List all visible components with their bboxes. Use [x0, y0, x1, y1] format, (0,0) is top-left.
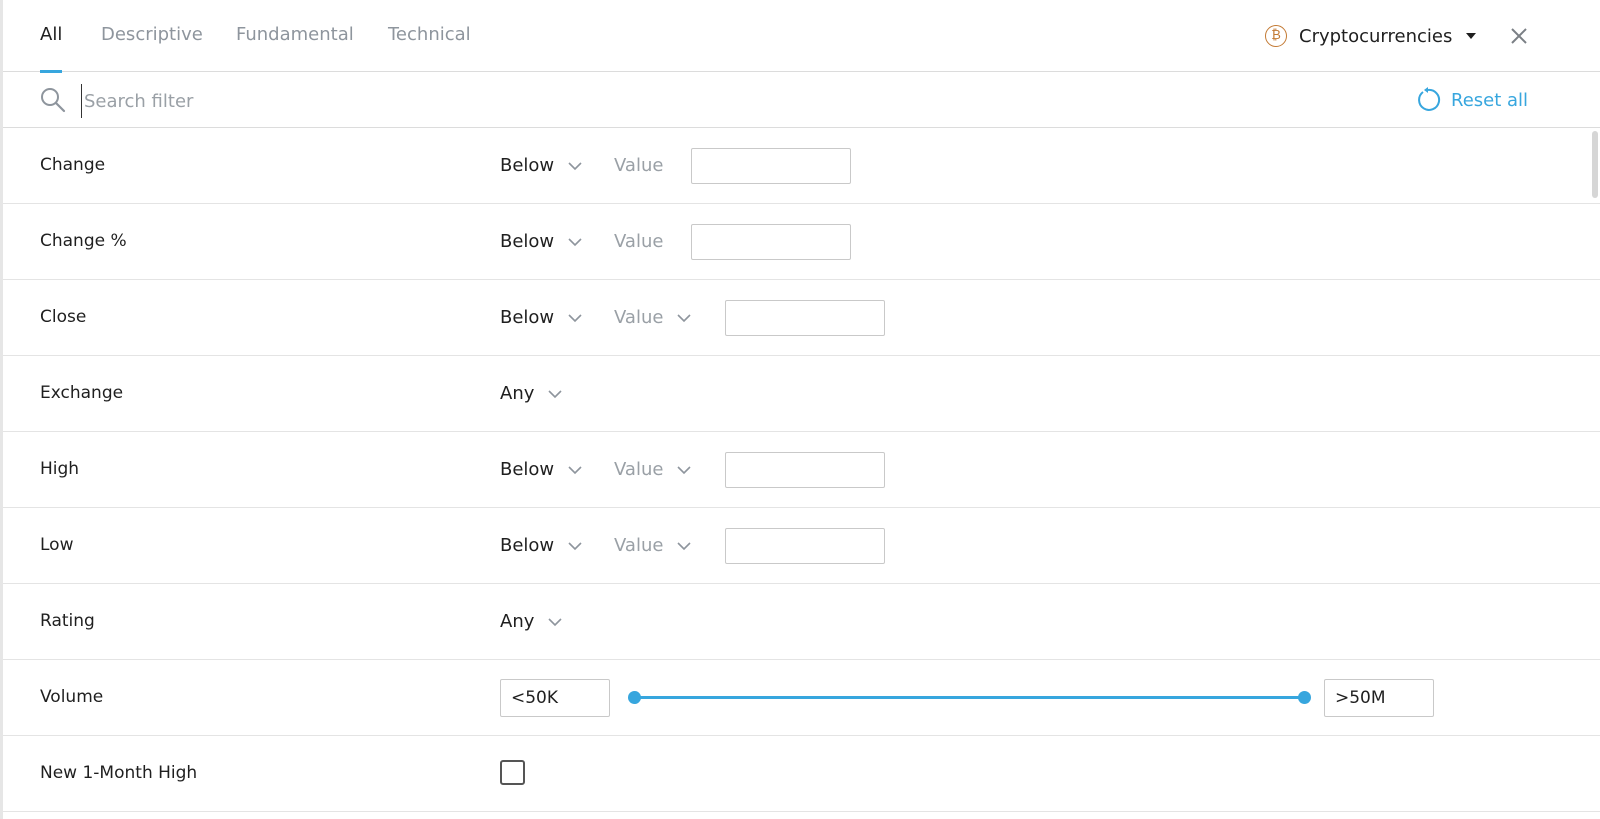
condition-dropdown[interactable]: Below [500, 535, 582, 556]
filter-label: Close [40, 307, 87, 327]
condition-dropdown[interactable]: Below [500, 231, 582, 252]
chevron-down-icon [677, 541, 692, 550]
reset-all-label: Reset all [1451, 89, 1529, 111]
value-input[interactable] [725, 451, 885, 488]
filter-label: High [40, 459, 80, 479]
filter-label: Volume [40, 687, 104, 707]
range-max-input[interactable]: >50M [1324, 678, 1434, 717]
tab-bar: All Descriptive Fundamental Technical ₿ … [3, 0, 1600, 73]
value-input[interactable] [691, 147, 851, 184]
tab-descriptive[interactable]: Descriptive [101, 0, 203, 72]
chevron-down-icon [548, 389, 562, 398]
filter-label: Change % [40, 231, 127, 251]
value-input[interactable] [725, 299, 885, 336]
close-icon[interactable] [1505, 22, 1533, 50]
filter-row-change-percent: Change % Below Value [3, 204, 1600, 280]
filter-row-close: Close Below Value [3, 280, 1600, 356]
market-label: Cryptocurrencies [1299, 25, 1453, 47]
filter-row-low: Low Below Value [3, 508, 1600, 584]
chevron-down-icon [568, 161, 582, 170]
slider-handle-max[interactable] [1298, 691, 1311, 704]
condition-dropdown[interactable]: Any [500, 611, 562, 632]
chevron-down-icon [568, 465, 582, 474]
condition-dropdown[interactable]: Below [500, 155, 582, 176]
chevron-down-icon [568, 237, 582, 246]
tab-all[interactable]: All [40, 0, 63, 73]
bitcoin-icon: ₿ [1265, 25, 1287, 47]
search-input[interactable] [81, 84, 786, 118]
chevron-down-icon [548, 617, 562, 626]
value-label: Value [614, 155, 664, 176]
tab-fundamental[interactable]: Fundamental [236, 0, 354, 72]
tab-technical[interactable]: Technical [388, 0, 471, 72]
value-input[interactable] [725, 527, 885, 564]
reset-all-button[interactable]: Reset all [1415, 86, 1528, 114]
caret-down-icon [1466, 33, 1477, 39]
value-type-dropdown[interactable]: Value [614, 307, 692, 328]
chevron-down-icon [568, 313, 582, 322]
slider-track [635, 696, 1304, 699]
filter-row-high: High Below Value [3, 432, 1600, 508]
volume-range-slider[interactable] [628, 660, 1311, 735]
search-icon [41, 88, 66, 113]
value-label: Value [614, 231, 664, 252]
filter-label: New 1-Month High [40, 763, 198, 783]
chevron-down-icon [677, 313, 692, 322]
market-selector[interactable]: ₿ Cryptocurrencies [1265, 22, 1477, 50]
condition-dropdown[interactable]: Below [500, 307, 582, 328]
filter-row-rating: Rating Any [3, 584, 1600, 660]
chevron-down-icon [677, 465, 692, 474]
range-min-input[interactable]: <50K [500, 678, 610, 717]
filter-label: Low [40, 535, 74, 555]
scrollbar[interactable] [1590, 128, 1600, 819]
chevron-down-icon [568, 541, 582, 550]
reset-icon [1418, 87, 1441, 111]
scrollbar-thumb[interactable] [1592, 131, 1598, 198]
filter-label: Rating [40, 611, 95, 631]
condition-dropdown[interactable]: Any [500, 383, 562, 404]
new-1-month-high-checkbox[interactable] [500, 760, 525, 785]
filter-label: Exchange [40, 383, 124, 403]
value-type-dropdown[interactable]: Value [614, 459, 692, 480]
search-bar: Reset all [3, 72, 1600, 128]
filter-row-new-1-month-high: New 1-Month High [3, 736, 1600, 812]
filter-row-change: Change Below Value [3, 128, 1600, 204]
filter-label: Change [40, 155, 106, 175]
slider-handle-min[interactable] [628, 691, 641, 704]
condition-dropdown[interactable]: Below [500, 459, 582, 480]
filter-row-volume: Volume <50K >50M [3, 660, 1600, 736]
filter-row-exchange: Exchange Any [3, 356, 1600, 432]
value-type-dropdown[interactable]: Value [614, 535, 692, 556]
value-input[interactable] [691, 223, 851, 260]
